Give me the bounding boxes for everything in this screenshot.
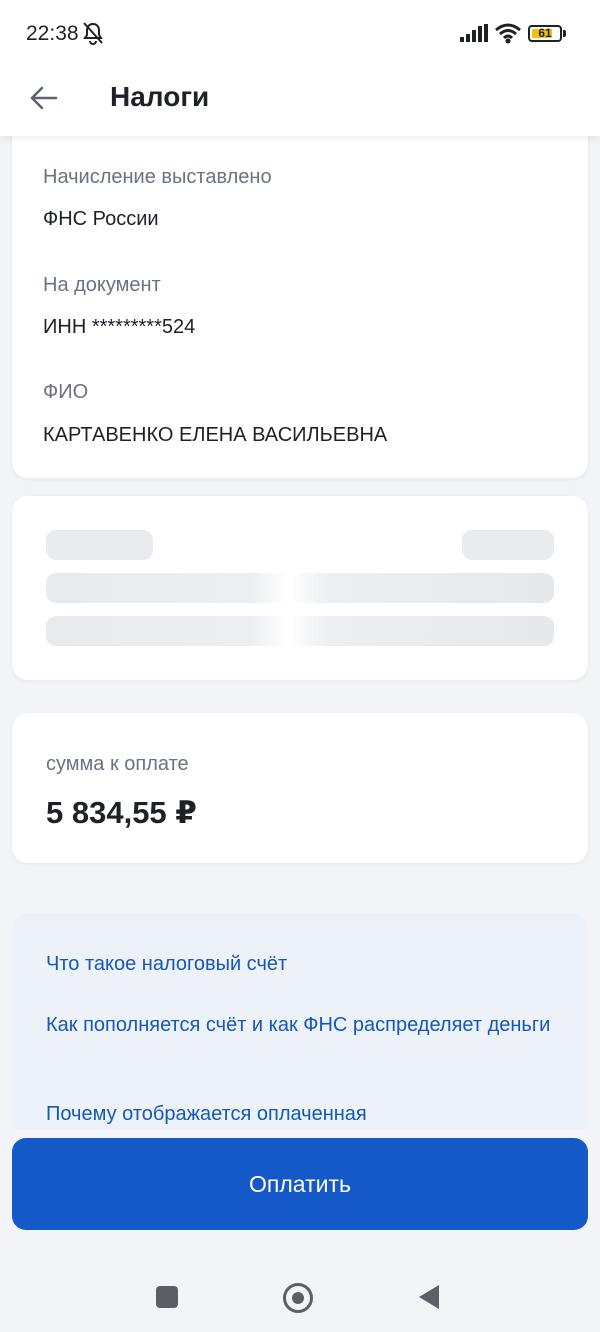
- document-value: ИНН *********524: [43, 316, 196, 338]
- faq-link-tax-account[interactable]: Что такое налоговый счёт: [46, 949, 556, 979]
- faq-link-account-distribution[interactable]: Как пополняется счёт и как ФНС распредел…: [46, 1010, 556, 1040]
- skeleton-line: [46, 616, 554, 646]
- system-nav-bar: [0, 1244, 600, 1332]
- issued-by-value: ФНС России: [43, 208, 159, 230]
- amount-label: сумма к оплате: [46, 753, 189, 775]
- loading-skeleton-card: [12, 496, 588, 680]
- faq-link-paid-displayed[interactable]: Почему отображается оплаченная: [46, 1099, 556, 1129]
- skeleton-line: [46, 573, 554, 603]
- faq-card: Что такое налоговый счёт Как пополняется…: [12, 913, 588, 1129]
- bell-off-icon: [83, 22, 103, 45]
- skeleton-line: [462, 530, 554, 560]
- back-arrow-icon[interactable]: [28, 82, 60, 114]
- battery-tip: [563, 30, 566, 37]
- skeleton-line: [46, 530, 153, 560]
- home-icon[interactable]: [283, 1283, 313, 1313]
- status-bar: 22:38 61: [0, 0, 600, 68]
- document-label: На документ: [43, 274, 161, 296]
- pay-button[interactable]: Оплатить: [12, 1138, 588, 1230]
- page-title: Налоги: [110, 81, 210, 112]
- full-name-label: ФИО: [43, 381, 89, 403]
- battery-level: 61: [538, 26, 552, 40]
- wifi-icon: [495, 23, 521, 44]
- home-icon-dot: [292, 1292, 304, 1304]
- app-bar: Налоги: [0, 68, 600, 136]
- recents-icon[interactable]: [156, 1286, 178, 1308]
- amount-value: 5 834,55 ₽: [46, 795, 197, 830]
- amount-card: сумма к оплате 5 834,55 ₽: [12, 713, 588, 863]
- status-time: 22:38: [26, 22, 79, 45]
- full-name-value: КАРТАВЕНКО ЕЛЕНА ВАСИЛЬЕВНА: [43, 424, 388, 446]
- battery-icon: 61: [528, 25, 562, 42]
- charge-info-card: Начисление выставлено ФНС России На доку…: [12, 120, 588, 478]
- issued-by-label: Начисление выставлено: [43, 166, 272, 188]
- back-triangle-icon[interactable]: [417, 1284, 441, 1310]
- signal-icon: [460, 24, 488, 42]
